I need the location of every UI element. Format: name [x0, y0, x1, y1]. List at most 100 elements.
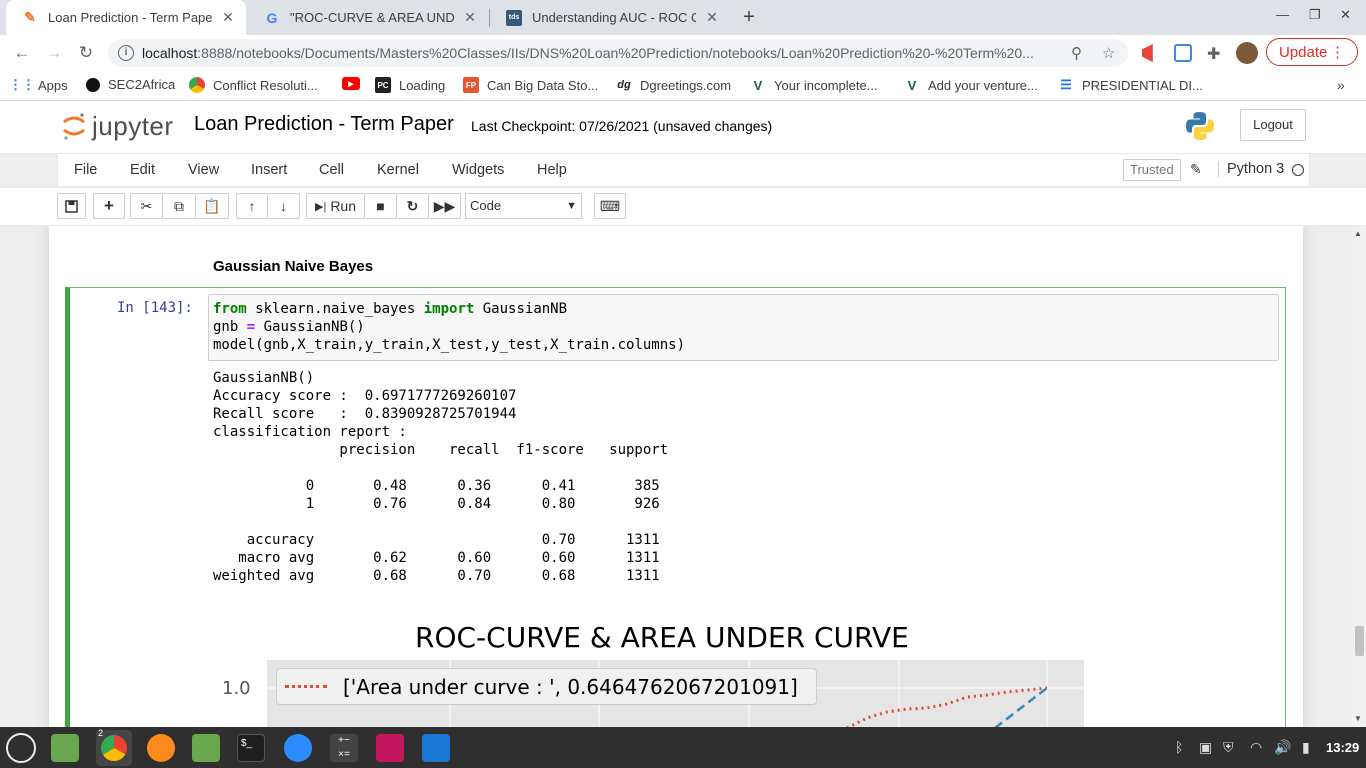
update-button[interactable]: Update ⋮ [1266, 38, 1358, 66]
jupyter-logo-icon[interactable] [62, 111, 86, 141]
bookmark-label: Can Big Data Sto... [487, 77, 599, 93]
files-folder-icon[interactable] [51, 734, 79, 762]
roc-curve-line [846, 686, 1048, 727]
bookmarks-overflow-icon[interactable]: » [1337, 77, 1345, 93]
browser-toolbar: ← → ↻ i localhost:8888/notebooks/Documen… [0, 35, 1366, 70]
menu-kernel[interactable]: Kernel [377, 162, 419, 178]
bookmark-youtube[interactable]: ▶ [342, 77, 368, 90]
tab-understanding-auc[interactable]: tds Understanding AUC - ROC Cur ✕ [490, 0, 730, 35]
bookmark-star-icon[interactable]: ☆ [1102, 44, 1115, 62]
address-bar[interactable]: i localhost:8888/notebooks/Documents/Mas… [108, 39, 1128, 67]
mint-menu-icon[interactable] [6, 733, 36, 763]
python-logo-icon [1186, 112, 1214, 140]
window-count-badge: 2 [98, 728, 104, 738]
add-cell-icon[interactable]: + [93, 193, 125, 219]
code-token: from [213, 301, 247, 317]
megaphone-icon[interactable] [1142, 44, 1153, 62]
minimize-icon[interactable]: — [1276, 7, 1289, 22]
notebook-title[interactable]: Loan Prediction - Term Paper [194, 113, 454, 136]
notebook-area[interactable]: Gaussian Naive Bayes In [143]: from skle… [0, 226, 1352, 727]
shield-icon[interactable]: ⛨ [1223, 739, 1234, 756]
url-path: :8888/notebooks/Documents/Masters%20Clas… [197, 45, 1034, 61]
kernel-name[interactable]: Python 3 [1218, 161, 1284, 177]
bookmark-loading[interactable]: PC Loading [375, 77, 445, 93]
scroll-up-icon[interactable]: ▲ [1354, 229, 1362, 238]
volume-icon[interactable]: 🔊 [1274, 739, 1291, 756]
scrollbar-thumb[interactable] [1355, 626, 1364, 656]
cut-icon[interactable]: ✂ [130, 193, 163, 219]
close-window-icon[interactable]: ✕ [1340, 7, 1351, 23]
profile-avatar[interactable] [1236, 42, 1258, 64]
battery-icon[interactable]: ▮ [1302, 739, 1310, 756]
save-icon[interactable] [57, 193, 86, 219]
zoom-app-icon[interactable] [284, 734, 312, 762]
tab-loan-prediction[interactable]: ✎ Loan Prediction - Term Paper ✕ [6, 0, 246, 35]
clipboard-tray-icon[interactable]: ▣ [1199, 739, 1212, 756]
reload-icon[interactable]: ↻ [76, 43, 96, 63]
maximize-icon[interactable]: ❐ [1309, 7, 1321, 23]
zoom-icon[interactable]: ⚲ [1071, 44, 1082, 62]
paste-icon[interactable]: 📋 [196, 193, 229, 219]
bookmark-apps[interactable]: ⋮⋮ Apps [9, 77, 68, 93]
chrome-taskbar-button[interactable]: 2 [96, 728, 132, 766]
plot-legend: ['Area under curve : ', 0.64647620672010… [276, 668, 817, 705]
tab-roc-curve[interactable]: G "ROC-CURVE & AREA UNDER ✕ [248, 0, 488, 35]
menu-widgets[interactable]: Widgets [452, 162, 504, 178]
menu-insert[interactable]: Insert [251, 162, 287, 178]
close-icon[interactable]: ✕ [462, 9, 478, 26]
logout-button[interactable]: Logout [1240, 109, 1306, 141]
menu-file[interactable]: File [74, 162, 97, 178]
menu-help[interactable]: Help [537, 162, 567, 178]
run-button[interactable]: ▶| Run [306, 193, 365, 219]
extensions-puzzle-icon[interactable]: ✚ [1207, 44, 1220, 64]
diagonal-reference-line [994, 687, 1048, 727]
bookmark-label: Apps [38, 77, 68, 93]
bookmark-dgreetings[interactable]: dg Dgreetings.com [616, 77, 731, 93]
pencil-icon[interactable]: ✎ [1190, 161, 1202, 178]
cell-type-value: Code [470, 198, 502, 213]
bookmark-sec2africa[interactable]: SEC2Africa [86, 77, 175, 92]
camera-app-icon[interactable] [422, 734, 450, 762]
firefox-icon[interactable] [147, 734, 175, 762]
close-icon[interactable]: ✕ [704, 9, 720, 26]
os-taskbar: 2 $_ +− ×= ᛒ ▣ ⛨ ◠ 🔊 ▮ 13:29 [0, 727, 1366, 768]
menu-edit[interactable]: Edit [130, 162, 155, 178]
bookmark-conflict[interactable]: Conflict Resoluti... [189, 77, 318, 93]
bookmark-incomplete[interactable]: V Your incomplete... [750, 77, 878, 93]
bookmark-label: PRESIDENTIAL DI... [1082, 77, 1203, 93]
calculator-icon[interactable]: +− ×= [330, 734, 358, 762]
page-scrollbar[interactable]: ▲ ▼ [1352, 226, 1366, 727]
extension-screen-icon[interactable] [1174, 44, 1192, 62]
bookmark-venture[interactable]: V Add your venture... [904, 77, 1038, 93]
kernel-status-icon [1292, 164, 1304, 176]
move-up-icon[interactable]: ↑ [236, 193, 268, 219]
trusted-indicator[interactable]: Trusted [1123, 159, 1181, 181]
wifi-icon[interactable]: ◠ [1250, 739, 1262, 756]
image-viewer-icon[interactable] [376, 734, 404, 762]
back-icon[interactable]: ← [12, 43, 32, 63]
menu-view[interactable]: View [188, 162, 219, 178]
scroll-down-icon[interactable]: ▼ [1354, 714, 1362, 723]
bluetooth-icon[interactable]: ᛒ [1175, 739, 1183, 755]
forward-icon[interactable]: → [44, 43, 64, 63]
folder-icon[interactable] [192, 734, 220, 762]
move-down-icon[interactable]: ↓ [268, 193, 300, 219]
code-editor[interactable]: from sklearn.naive_bayes import Gaussian… [213, 300, 685, 354]
terminal-icon[interactable]: $_ [237, 734, 265, 762]
fast-forward-icon[interactable]: ▶▶ [429, 193, 461, 219]
chrome-icon [101, 735, 127, 761]
stop-icon[interactable]: ■ [365, 193, 397, 219]
copy-icon[interactable]: ⧉ [163, 193, 196, 219]
jupyter-wordmark[interactable]: jupyter [92, 111, 174, 142]
markdown-heading[interactable]: Gaussian Naive Bayes [213, 258, 373, 275]
cell-type-select[interactable]: Code ▼ [465, 193, 582, 219]
keyboard-icon[interactable]: ⌨ [594, 193, 626, 219]
restart-icon[interactable]: ↻ [397, 193, 429, 219]
menu-cell[interactable]: Cell [319, 162, 344, 178]
new-tab-button[interactable]: + [738, 6, 760, 28]
bookmark-big-data[interactable]: FP Can Big Data Sto... [463, 77, 598, 93]
bookmark-presidential[interactable]: ☰ PRESIDENTIAL DI... [1058, 77, 1203, 93]
close-icon[interactable]: ✕ [220, 9, 236, 26]
clock[interactable]: 13:29 [1326, 740, 1359, 755]
site-info-icon[interactable]: i [118, 45, 134, 61]
